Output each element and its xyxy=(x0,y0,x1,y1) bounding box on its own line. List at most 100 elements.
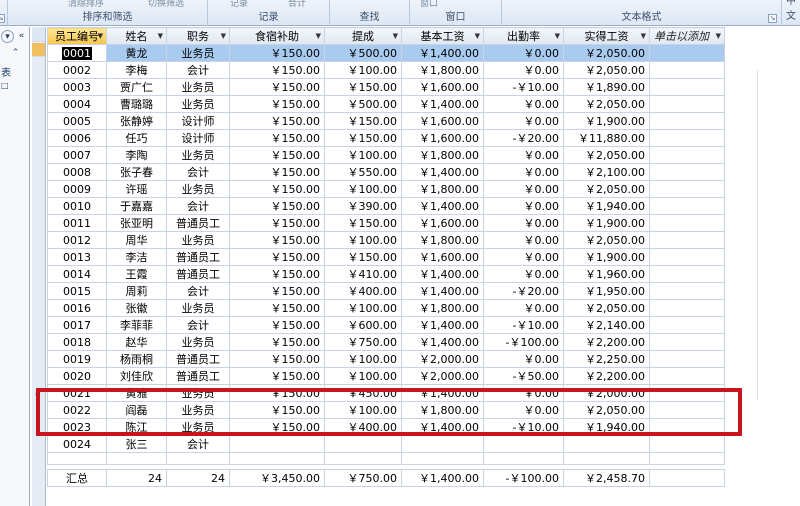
table-row[interactable]: 0013 李洁 普通员工 ￥150.00 ￥150.00 ￥1,600.00 ￥0.00 ￥1… xyxy=(47,248,725,266)
column-filter-arrow-icon[interactable]: ▼ xyxy=(716,32,721,40)
cell-add-column[interactable] xyxy=(649,316,725,334)
table-row[interactable]: 0015 周莉 会计 ￥150.00 ￥400.00 ￥1,400.00 -￥20.00 ￥1… xyxy=(47,282,725,300)
cell-id[interactable]: 0023 xyxy=(47,418,107,436)
cell-position[interactable]: 业务员 xyxy=(166,44,230,62)
cell-name[interactable]: 张子春 xyxy=(106,163,167,181)
cell-position[interactable]: 业务员 xyxy=(166,401,230,419)
cell-attendance[interactable]: -￥10.00 xyxy=(483,316,564,334)
cell-position[interactable]: 设计师 xyxy=(166,129,230,147)
cell-attendance[interactable]: -￥20.00 xyxy=(483,282,564,300)
cell-name[interactable]: 杨雨桐 xyxy=(106,350,167,368)
cell-meal-allowance[interactable]: ￥150.00 xyxy=(229,384,325,402)
cell-attendance[interactable]: -￥10.00 xyxy=(483,78,564,96)
cell-commission[interactable]: ￥400.00 xyxy=(324,282,402,300)
cell-position[interactable]: 会计 xyxy=(166,435,230,453)
cell-base-salary[interactable]: ￥1,600.00 xyxy=(401,248,484,266)
cell-add-column[interactable] xyxy=(649,350,725,368)
cell-position[interactable]: 普通员工 xyxy=(166,350,230,368)
table-row[interactable]: 0018 赵华 业务员 ￥150.00 ￥750.00 ￥1,400.00 -￥100.00… xyxy=(47,333,725,351)
cell-add-column[interactable] xyxy=(649,61,725,79)
cell-id[interactable]: 0015 xyxy=(47,282,107,300)
cell-name[interactable]: 刘佳欣 xyxy=(106,367,167,385)
cell-position[interactable]: 业务员 xyxy=(166,384,230,402)
cell-position[interactable]: 业务员 xyxy=(166,78,230,96)
cell-name[interactable]: 贾广仁 xyxy=(106,78,167,96)
cell-attendance[interactable]: ￥0.00 xyxy=(483,95,564,113)
cell-commission[interactable]: ￥100.00 xyxy=(324,367,402,385)
table-row[interactable]: 0004 曹璐璐 业务员 ￥150.00 ￥500.00 ￥1,400.00 ￥0.00 ￥2… xyxy=(47,95,725,113)
cell-new-record[interactable] xyxy=(563,452,650,465)
column-filter-arrow-icon[interactable]: ▼ xyxy=(475,32,480,40)
cell-net-salary[interactable]: ￥1,900.00 xyxy=(563,112,650,130)
cell-base-salary[interactable]: ￥1,400.00 xyxy=(401,333,484,351)
cell-id[interactable]: 0024 xyxy=(47,435,107,453)
table-row[interactable]: 0019 杨雨桐 普通员工 ￥150.00 ￥100.00 ￥2,000.00 ￥0.00 ￥… xyxy=(47,350,725,368)
table-row[interactable]: 0022 阎磊 业务员 ￥150.00 ￥100.00 ￥1,800.00 ￥0.00 ￥2,… xyxy=(47,401,725,419)
cell-commission[interactable]: ￥150.00 xyxy=(324,214,402,232)
cell-name[interactable]: 李洁 xyxy=(106,248,167,266)
cell-id[interactable]: 0022 xyxy=(47,401,107,419)
cell-name[interactable]: 张三 xyxy=(106,435,167,453)
cell-name[interactable]: 许瑶 xyxy=(106,180,167,198)
cell-name[interactable]: 王霞 xyxy=(106,265,167,283)
cell-base-salary[interactable]: ￥1,400.00 xyxy=(401,163,484,181)
cell-id[interactable]: 0019 xyxy=(47,350,107,368)
cell-id[interactable]: 0008 xyxy=(47,163,107,181)
cell-meal-allowance[interactable]: ￥150.00 xyxy=(229,197,325,215)
cell-meal-allowance[interactable]: ￥150.00 xyxy=(229,282,325,300)
cell-name[interactable]: 张静婷 xyxy=(106,112,167,130)
table-row[interactable]: 0016 张徽 业务员 ￥150.00 ￥100.00 ￥1,800.00 ￥0.00 ￥2,… xyxy=(47,299,725,317)
cell-position[interactable]: 设计师 xyxy=(166,112,230,130)
cell-net-salary[interactable]: ￥1,940.00 xyxy=(563,418,650,436)
new-record-row[interactable] xyxy=(47,452,725,465)
cell-base-salary[interactable]: ￥1,600.00 xyxy=(401,78,484,96)
cell-new-record[interactable] xyxy=(166,452,230,465)
cell-meal-allowance[interactable]: ￥150.00 xyxy=(229,180,325,198)
cell-position[interactable]: 会计 xyxy=(166,282,230,300)
table-row[interactable]: 0005 张静婷 设计师 ￥150.00 ￥150.00 ￥1,600.00 ￥0.00 ￥1… xyxy=(47,112,725,130)
cell-id[interactable]: 0018 xyxy=(47,333,107,351)
cell-add-column[interactable] xyxy=(649,231,725,249)
cell-net-salary[interactable]: ￥2,100.00 xyxy=(563,163,650,181)
column-filter-arrow-icon[interactable]: ▼ xyxy=(98,32,103,40)
cell-net-salary[interactable]: ￥2,250.00 xyxy=(563,350,650,368)
table-row[interactable]: 0007 李陶 业务员 ￥150.00 ￥100.00 ￥1,800.00 ￥0.00 ￥2,… xyxy=(47,146,725,164)
cell-commission[interactable]: ￥750.00 xyxy=(324,333,402,351)
cell-add-column[interactable] xyxy=(649,95,725,113)
cell-base-salary[interactable] xyxy=(401,435,484,453)
cell-position[interactable]: 会计 xyxy=(166,163,230,181)
cell-meal-allowance[interactable]: ￥150.00 xyxy=(229,78,325,96)
cell-add-column[interactable] xyxy=(649,214,725,232)
cell-attendance[interactable]: ￥0.00 xyxy=(483,214,564,232)
cell-name[interactable]: 黄龙 xyxy=(106,44,167,62)
cell-commission[interactable]: ￥600.00 xyxy=(324,316,402,334)
cell-base-salary[interactable]: ￥1,800.00 xyxy=(401,231,484,249)
table-row[interactable]: 0017 李菲菲 会计 ￥150.00 ￥600.00 ￥1,400.00 -￥10.00 ￥… xyxy=(47,316,725,334)
cell-attendance[interactable] xyxy=(483,435,564,453)
cell-id[interactable]: 0012 xyxy=(47,231,107,249)
cell-meal-allowance[interactable]: ￥150.00 xyxy=(229,299,325,317)
cell-add-column[interactable] xyxy=(649,265,725,283)
cell-add-column[interactable] xyxy=(649,367,725,385)
column-header-click-to-add[interactable]: 单击以添加 ▼ xyxy=(649,27,725,45)
cell-commission[interactable]: ￥100.00 xyxy=(324,350,402,368)
cell-base-salary[interactable]: ￥1,400.00 xyxy=(401,197,484,215)
column-header-name[interactable]: 姓名 ▼ xyxy=(106,27,167,45)
cell-base-salary[interactable]: ￥1,400.00 xyxy=(401,316,484,334)
column-header-meal-allowance[interactable]: 食宿补助 ▼ xyxy=(229,27,325,45)
cell-new-record[interactable] xyxy=(483,452,564,465)
cell-attendance[interactable]: ￥0.00 xyxy=(483,197,564,215)
cell-add-column[interactable] xyxy=(649,299,725,317)
table-row[interactable]: 0010 于嘉嘉 会计 ￥150.00 ￥390.00 ￥1,400.00 ￥0.00 ￥1,… xyxy=(47,197,725,215)
cell-add-column[interactable] xyxy=(649,197,725,215)
cell-add-column[interactable] xyxy=(649,180,725,198)
cell-position[interactable]: 业务员 xyxy=(166,333,230,351)
cell-attendance[interactable]: ￥0.00 xyxy=(483,401,564,419)
cell-attendance[interactable]: ￥0.00 xyxy=(483,248,564,266)
cell-base-salary[interactable]: ￥2,000.00 xyxy=(401,350,484,368)
cell-add-column[interactable] xyxy=(649,282,725,300)
cell-attendance[interactable]: -￥50.00 xyxy=(483,367,564,385)
cell-meal-allowance[interactable]: ￥150.00 xyxy=(229,214,325,232)
cell-meal-allowance[interactable]: ￥150.00 xyxy=(229,163,325,181)
cell-commission[interactable]: ￥100.00 xyxy=(324,61,402,79)
